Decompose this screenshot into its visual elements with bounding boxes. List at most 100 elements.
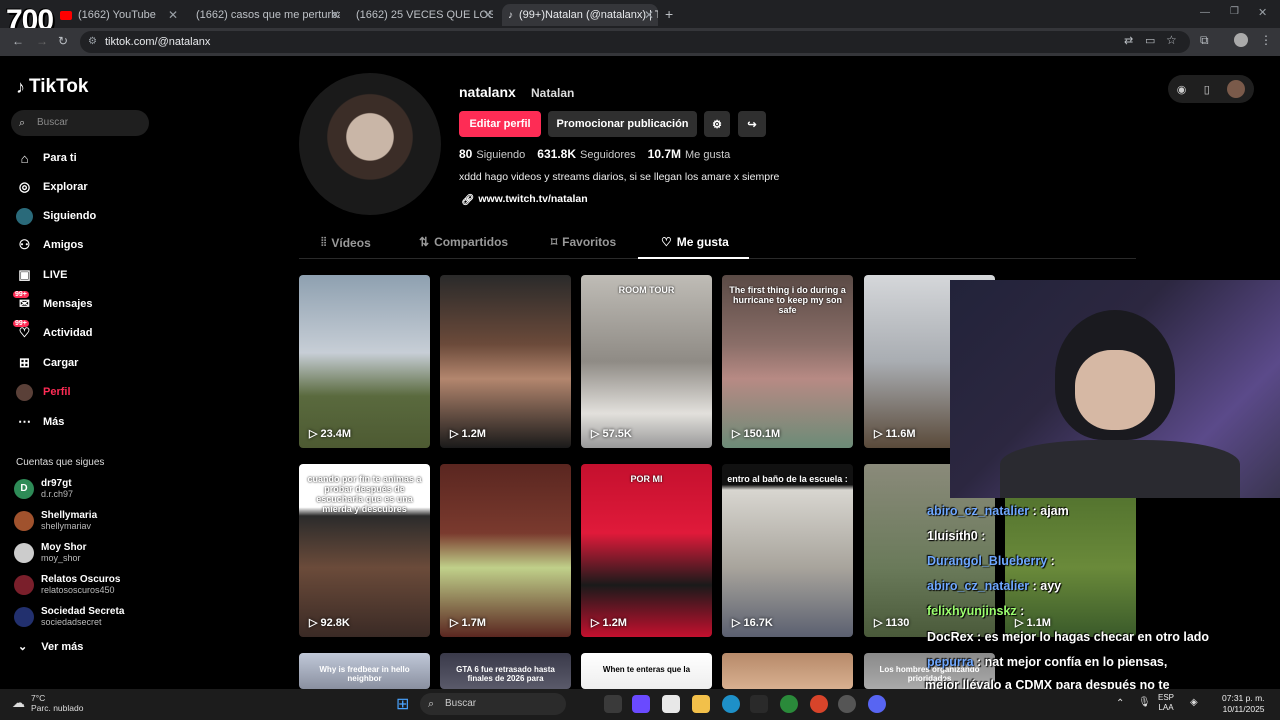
browser-tab[interactable]: (1662) YouTube ✕ <box>60 4 178 26</box>
microphone-icon[interactable]: 🎙︎ <box>1138 697 1151 708</box>
sidebar-item-perfil[interactable]: Perfil <box>16 381 71 403</box>
video-card[interactable]: POR MI ▷ 1.2M <box>581 464 712 637</box>
tiktok-logo[interactable]: ♪ TikTok <box>16 76 88 98</box>
sidebar-item-actividad[interactable]: ♡ 99+ Actividad <box>13 319 93 344</box>
taskbar-search[interactable]: ⌕ Buscar <box>420 693 566 715</box>
new-tab-icon[interactable]: + <box>665 6 673 22</box>
sidebar-item-live[interactable]: ▣ LIVE <box>16 264 67 286</box>
coins-icon[interactable]: ◉ <box>1177 83 1187 96</box>
avatar: D <box>14 478 34 499</box>
cast-icon[interactable]: ▭ <box>1145 34 1155 47</box>
following-stat[interactable]: 80 Siguiendo <box>459 147 525 161</box>
video-card[interactable]: entro al baño de la escuela : ▷ 16.7K <box>722 464 853 637</box>
share-button[interactable]: ↪ <box>738 111 766 137</box>
device-icon[interactable]: ▯ <box>1204 83 1210 96</box>
video-card[interactable]: ▷ 23.4M <box>299 275 430 448</box>
following-account[interactable]: Sociedad Secreta sociedadsecret <box>14 606 124 627</box>
followers-stat[interactable]: 631.8K Seguidores <box>537 147 635 161</box>
search-input[interactable]: ⌕ Buscar <box>11 110 149 136</box>
browser-tab[interactable]: (1662) 25 VECES QUE LOS GRI ✕ <box>350 4 493 26</box>
view-count: ▷ 23.4M <box>309 427 351 440</box>
forward-icon[interactable]: → <box>36 34 48 48</box>
input-language[interactable]: ESP LAA <box>1158 693 1174 713</box>
network-icon[interactable]: ◈ <box>1190 697 1198 708</box>
play-icon: ▷ <box>591 617 603 629</box>
reload-icon[interactable]: ↻ <box>58 34 68 48</box>
settings-button[interactable]: ⚙ <box>704 111 730 137</box>
nav-label: Perfil <box>43 386 71 398</box>
menu-icon[interactable]: ⋮ <box>1260 33 1272 47</box>
notification-badge: 99+ <box>13 290 29 298</box>
video-card[interactable]: cuando por fin te animas a probar despué… <box>299 464 430 637</box>
account-name: Moy Shor <box>41 542 87 553</box>
app-icon[interactable] <box>810 695 828 713</box>
sidebar-item-explorar[interactable]: ◎ Explorar <box>16 176 88 198</box>
following-account[interactable]: Relatos Oscuros relatososcuros450 <box>14 574 120 595</box>
chrome-icon[interactable] <box>780 695 798 713</box>
edge-icon[interactable] <box>722 695 740 713</box>
task-view-icon[interactable] <box>604 695 622 713</box>
see-more-label: Ver más <box>41 640 84 653</box>
copilot-icon[interactable] <box>632 695 650 713</box>
system-clock[interactable]: 07:31 p. m. 10/11/2025 <box>1222 693 1265 715</box>
promote-post-button[interactable]: Promocionar publicación <box>548 111 697 137</box>
following-account[interactable]: Shellymaria shellymariav <box>14 510 97 531</box>
site-info-icon[interactable]: ⚙ <box>88 31 97 53</box>
close-icon[interactable]: ✕ <box>168 8 178 22</box>
sidebar-item-para-ti[interactable]: ⌂ Para ti <box>16 147 77 169</box>
sidebar-item-mensajes[interactable]: ✉ 99+ Mensajes <box>13 290 93 315</box>
sidebar-item-mas[interactable]: ⋯ Más <box>16 411 64 433</box>
sidebar-item-amigos[interactable]: ⚇ Amigos <box>16 234 84 256</box>
video-card[interactable] <box>722 653 853 689</box>
chat-username: pepurra <box>927 655 974 669</box>
windows-start-icon[interactable]: ⊞ <box>396 694 409 714</box>
chat-username: 1luisith0 <box>927 529 978 543</box>
video-card[interactable]: The first thing i do during a hurricane … <box>722 275 853 448</box>
profile-avatar[interactable] <box>299 73 441 215</box>
tab-compartidos[interactable]: ⇅ Compartidos <box>419 235 508 249</box>
video-card[interactable]: ▷ 1.2M <box>440 275 571 448</box>
video-card[interactable]: Why is fredbear in hello neighbor <box>299 653 430 689</box>
user-avatar[interactable] <box>1227 80 1246 98</box>
video-card[interactable]: ROOM TOUR ▷ 57.5K <box>581 275 712 448</box>
play-icon: ▷ <box>1015 617 1027 629</box>
store-icon[interactable] <box>662 695 680 713</box>
nav-label: Cargar <box>43 357 79 369</box>
sidebar-item-cargar[interactable]: ⊞ Cargar <box>16 352 78 374</box>
discord-icon[interactable] <box>868 695 886 713</box>
tab-favoritos[interactable]: ⌑ Favoritos <box>551 235 616 249</box>
app-icon[interactable] <box>838 695 856 713</box>
following-account[interactable]: Moy Shor moy_shor <box>14 542 87 563</box>
tray-chevron-icon[interactable]: ⌃ <box>1116 698 1124 709</box>
close-icon[interactable]: ✕ <box>644 8 654 22</box>
close-window-icon[interactable]: ✕ <box>1258 6 1267 19</box>
edit-profile-button[interactable]: Editar perfil <box>459 111 541 137</box>
maximize-icon[interactable]: ❐ <box>1230 6 1239 17</box>
minimize-icon[interactable]: — <box>1200 7 1210 18</box>
tab-videos[interactable]: ⦙⦙ Vídeos <box>321 235 371 250</box>
extensions-icon[interactable]: ⧉ <box>1200 33 1209 48</box>
tab-me-gusta[interactable]: ♡ Me gusta <box>661 235 729 249</box>
video-card[interactable]: ▷ 1.7M <box>440 464 571 637</box>
back-icon[interactable]: ← <box>12 34 24 48</box>
url-input[interactable]: ⚙ tiktok.com/@natalanx <box>80 31 1190 53</box>
lang-bottom: LAA <box>1158 703 1174 712</box>
sidebar-item-siguiendo[interactable]: Siguiendo <box>16 205 96 227</box>
close-icon[interactable]: ✕ <box>483 8 493 22</box>
chat-text: : nat mejor confía en lo piensas, <box>977 655 1168 669</box>
video-card[interactable]: When te enteras que la <box>581 653 712 689</box>
browser-tab[interactable]: (1662) casos que me perturban ✕ <box>190 4 340 26</box>
weather-widget[interactable]: ☁ 7°C Parc. nublado <box>12 693 83 713</box>
following-account[interactable]: D dr97gt d.r.ch97 <box>14 478 73 499</box>
terminal-icon[interactable] <box>750 695 768 713</box>
video-card[interactable]: GTA 6 fue retrasado hasta finales de 202… <box>440 653 571 689</box>
browser-tab-active[interactable]: ♪ (99+)Natalan (@natalanx) | TikT ✕ <box>502 4 658 26</box>
bookmark-star-icon[interactable]: ☆ <box>1166 33 1177 47</box>
profile-link[interactable]: 🔗︎ www.twitch.tv/natalan <box>461 193 588 206</box>
profile-avatar-icon[interactable] <box>1234 33 1248 47</box>
close-icon[interactable]: ✕ <box>330 8 340 22</box>
file-explorer-icon[interactable] <box>692 695 710 713</box>
see-more-button[interactable]: ⌄ Ver más <box>18 640 84 654</box>
view-count-value: 11.6M <box>885 428 916 440</box>
translate-icon[interactable]: ⇄ <box>1124 34 1133 47</box>
